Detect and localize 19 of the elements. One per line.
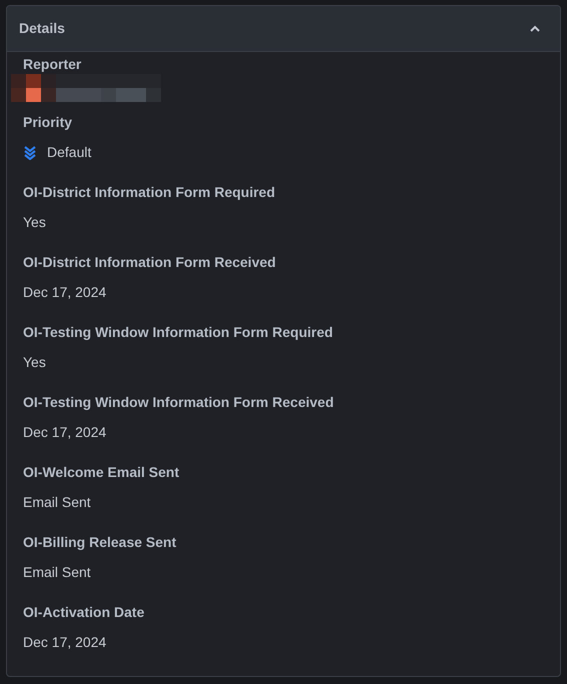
field-value: Yes [23, 353, 46, 372]
field-label: OI-District Information Form Required [23, 183, 276, 202]
field-label: Reporter [23, 55, 82, 74]
field-label: OI-District Information Form Received [23, 253, 276, 272]
field-value: Yes [23, 213, 46, 232]
field-label: OI-Billing Release Sent [23, 533, 176, 552]
field-value: Email Sent [23, 493, 91, 512]
panel-header[interactable]: Details [7, 6, 560, 52]
field-value: Default [47, 143, 92, 162]
field-label: OI-Welcome Email Sent [23, 463, 180, 482]
field-value: Email Sent [23, 563, 91, 582]
field-value: Dec 17, 2024 [23, 633, 106, 652]
field-value: Dec 17, 2024 [23, 423, 106, 442]
field-label: OI-Activation Date [23, 603, 144, 622]
field-label: OI-Testing Window Information Form Received [23, 393, 334, 412]
field-value: Dec 17, 2024 [23, 283, 106, 302]
double-chevron-down-icon [23, 144, 37, 160]
field-label: Priority [23, 113, 72, 132]
field-label: OI-Testing Window Information Form Required [23, 323, 333, 342]
